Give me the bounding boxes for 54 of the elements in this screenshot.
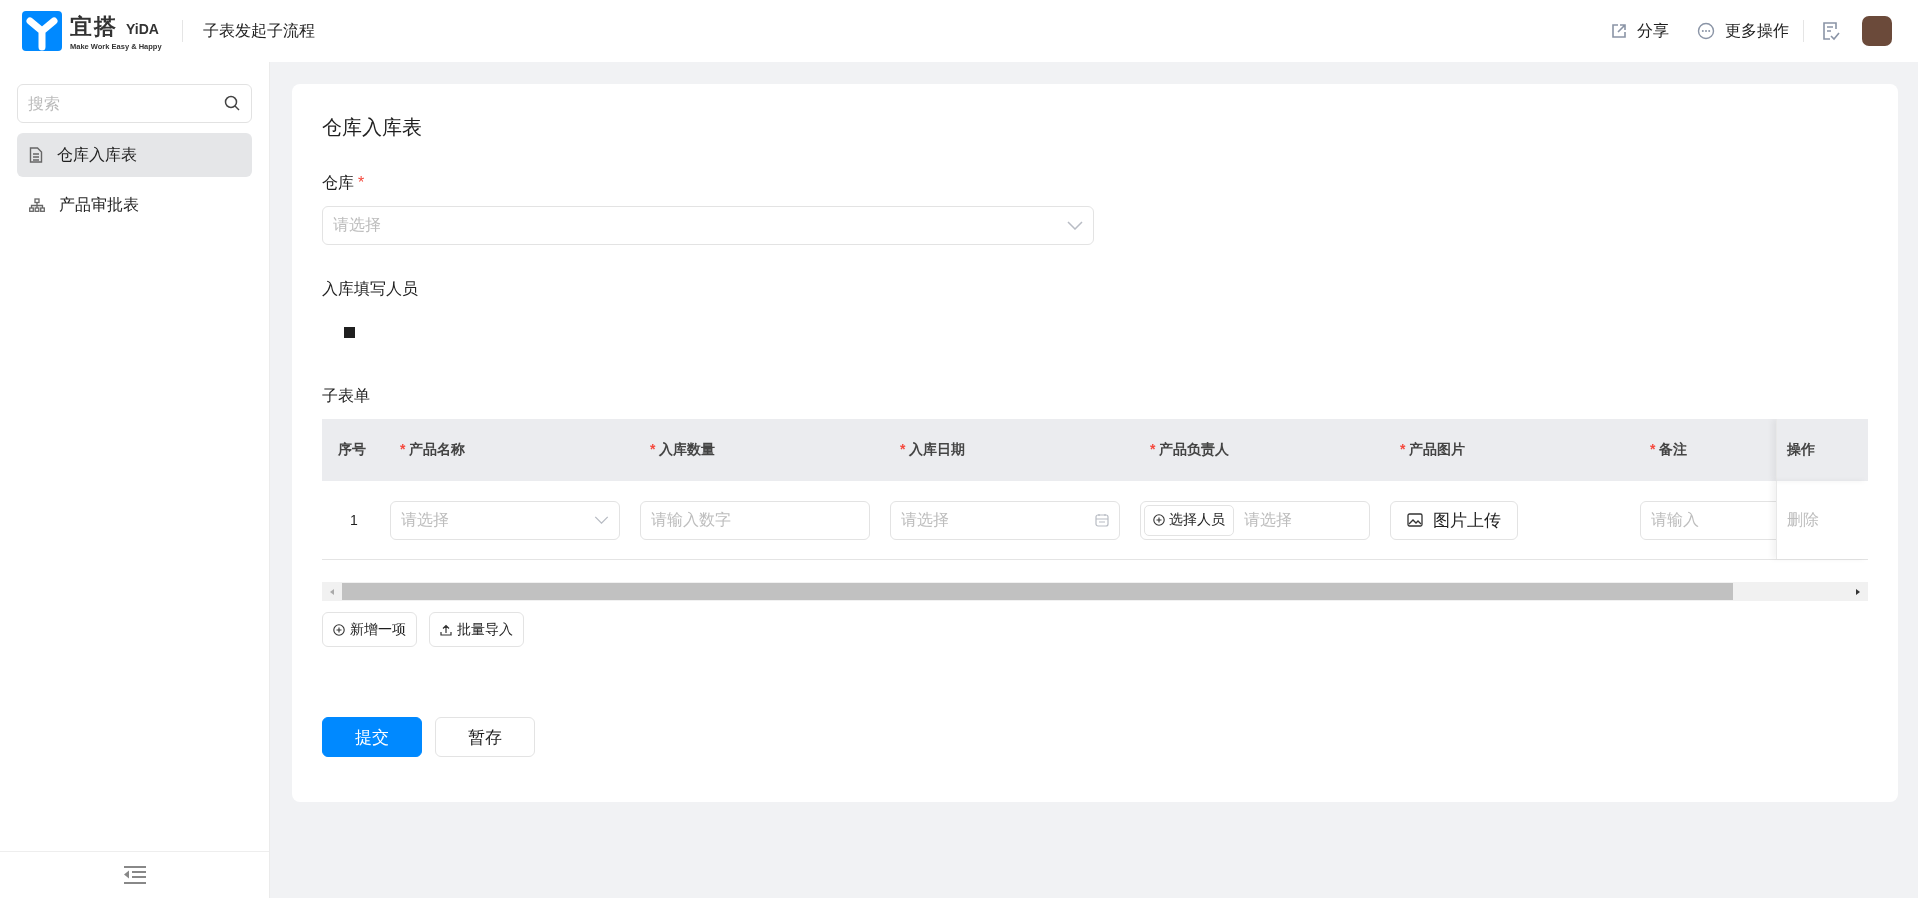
collapse-icon[interactable] xyxy=(122,865,147,885)
image-icon xyxy=(1407,513,1423,527)
chevron-down-icon xyxy=(594,516,609,524)
logo-name: 宜搭 xyxy=(70,12,118,41)
form-title: 仓库入库表 xyxy=(322,115,423,140)
required-mark: * xyxy=(358,174,365,191)
column-header: 入库数量 xyxy=(659,441,716,457)
required-mark: * xyxy=(400,441,406,457)
row-number: 1 xyxy=(350,512,358,528)
more-icon xyxy=(1697,22,1715,40)
select-person-button[interactable]: 选择人员 xyxy=(1144,504,1234,536)
column-header: 操作 xyxy=(1787,441,1815,459)
logo-brand: YiDA xyxy=(126,20,159,37)
batch-import-button[interactable]: 批量导入 xyxy=(429,612,524,647)
document-icon xyxy=(29,147,43,163)
calendar-icon xyxy=(1095,513,1109,527)
person-field[interactable]: 选择人员 请选择 xyxy=(1140,500,1370,540)
add-item-button[interactable]: 新增一项 xyxy=(322,612,417,647)
share-button[interactable]: 分享 xyxy=(1611,20,1669,42)
field-label: 子表单 xyxy=(322,386,371,406)
chevron-down-icon xyxy=(1067,221,1083,230)
required-mark: * xyxy=(1650,441,1656,457)
search-icon xyxy=(224,95,240,111)
required-mark: * xyxy=(1400,441,1406,457)
search-field[interactable]: 搜索 xyxy=(17,84,252,123)
required-mark: * xyxy=(1150,441,1156,457)
share-icon xyxy=(1611,23,1627,39)
logo-icon xyxy=(22,11,62,51)
scroll-left-icon[interactable] xyxy=(330,588,334,595)
column-header: 备注 xyxy=(1659,441,1688,457)
plus-circle-icon xyxy=(1153,514,1165,526)
nav-item[interactable]: 仓库入库表 xyxy=(17,133,252,177)
hierarchy-icon xyxy=(29,198,45,212)
scroll-right-icon[interactable] xyxy=(1856,588,1860,595)
column-header: 入库日期 xyxy=(909,441,966,457)
square-icon xyxy=(344,326,355,338)
nav-item[interactable]: 产品审批表 xyxy=(17,183,252,227)
field-label: 仓库 xyxy=(322,174,354,191)
save-draft-button[interactable]: 暂存 xyxy=(435,717,535,757)
column-header: 产品图片 xyxy=(1409,441,1466,457)
app-title: 子表发起子流程 xyxy=(202,20,315,41)
horizontal-scrollbar[interactable] xyxy=(322,582,1868,601)
column-header: 产品负责人 xyxy=(1159,441,1230,457)
task-list-icon[interactable] xyxy=(1822,21,1840,41)
column-header: 序号 xyxy=(338,441,366,457)
more-actions-button[interactable]: 更多操作 xyxy=(1697,20,1789,42)
avatar[interactable] xyxy=(1862,16,1892,46)
required-mark: * xyxy=(650,441,656,457)
upload-icon xyxy=(440,623,452,636)
required-mark: * xyxy=(900,441,906,457)
image-upload-button[interactable]: 图片上传 xyxy=(1390,500,1518,540)
column-header: 产品名称 xyxy=(409,441,466,457)
plus-circle-icon xyxy=(333,623,345,636)
field-label: 入库填写人员 xyxy=(322,280,418,297)
